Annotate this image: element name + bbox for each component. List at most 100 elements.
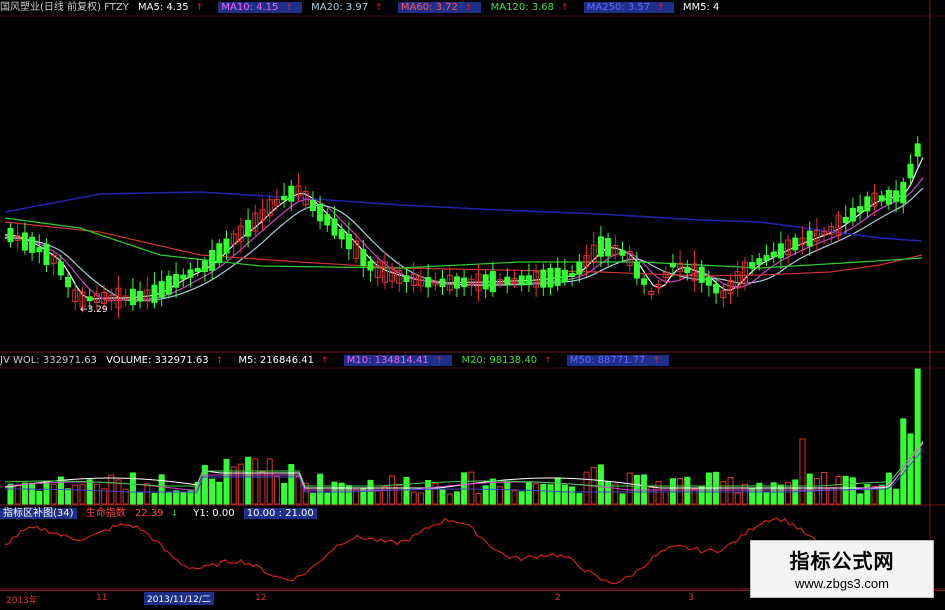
candle-body: [209, 250, 216, 271]
volume-bar: [662, 491, 669, 505]
volume-bar: [533, 483, 540, 505]
volume-bar: [65, 488, 72, 505]
down-arrow-icon: ↓: [170, 509, 179, 519]
time-tick: 11: [96, 593, 108, 603]
candle-body: [914, 143, 921, 157]
candle-body: [864, 196, 871, 212]
volume-bar: [317, 473, 324, 505]
candle-body: [173, 274, 180, 288]
ma60-label: MA60: 3.72 ↑: [397, 2, 482, 13]
up-arrow-icon: ↑: [657, 3, 665, 13]
mm5-label: MM5: 4: [682, 2, 720, 13]
candle-body: [137, 291, 144, 302]
ind-value: 22.39 ↓: [134, 508, 179, 519]
volume-bar: [900, 418, 907, 505]
volume-bar: [129, 472, 136, 505]
candle-body: [7, 227, 14, 243]
time-tick: 12: [255, 593, 267, 603]
candle-body: [525, 275, 532, 285]
candle-body: [57, 261, 64, 276]
candle-body: [43, 243, 50, 266]
volume-bar: [86, 479, 93, 505]
candle-body: [281, 195, 288, 201]
candle-body: [309, 199, 316, 212]
up-arrow-icon: ↑: [215, 356, 224, 366]
candle-body: [165, 275, 172, 295]
up-arrow-icon: ↑: [544, 356, 552, 366]
volume-bar: [727, 476, 734, 505]
volume-bar: [180, 492, 187, 505]
volume-bar: [266, 458, 273, 505]
time-tick: 2: [555, 593, 561, 603]
candle-body: [223, 238, 230, 254]
candle-body: [605, 238, 612, 257]
candle-body: [547, 267, 554, 288]
volume-bar: [734, 492, 741, 505]
volume-bar: [29, 482, 36, 505]
time-tick: 2013年: [6, 596, 38, 606]
volume-bar: [626, 472, 633, 505]
volume-bar: [245, 456, 252, 505]
up-arrow-icon: ↑: [375, 3, 383, 13]
candle-body: [453, 276, 460, 289]
candle-body: [345, 233, 352, 250]
volume-bar: [453, 491, 460, 505]
ind-range: 10.00 : 21.00: [243, 508, 317, 519]
volume-bar: [619, 493, 626, 505]
volume-bar: [281, 483, 288, 505]
volume-bar: [691, 488, 698, 505]
stock-title: 国风塑业(日线 前复权) FTZY: [0, 2, 129, 13]
volume-bar: [720, 481, 727, 505]
volume-bar: [72, 484, 79, 505]
volume-bar: [324, 492, 331, 505]
candle-body: [900, 181, 907, 204]
candle-body: [403, 275, 410, 282]
candle-body: [633, 261, 640, 279]
volume-bar: [655, 481, 662, 505]
main-legend: 国风塑业(日线 前复权) FTZY MA5: 4.35 ↑ MA10: 4.15 ↑…: [0, 0, 725, 16]
vol-m5: M5: 216846.41 ↑: [238, 355, 329, 366]
candle-body: [216, 243, 223, 264]
candle-body: [619, 250, 626, 256]
volume-bar: [605, 480, 612, 505]
candle-body: [576, 261, 583, 275]
volume-bar: [216, 481, 223, 505]
candle-body: [360, 249, 367, 267]
candle-body: [540, 269, 547, 288]
candle-body: [849, 207, 856, 222]
volume-bar: [684, 476, 691, 505]
vol-m20: M20: 98138.40 ↑: [461, 355, 552, 366]
candle-body: [684, 266, 691, 274]
candle-body: [641, 278, 648, 285]
candle-body: [324, 214, 331, 226]
volume-bar: [309, 492, 316, 505]
volume-bar: [857, 493, 864, 505]
volume-bar: [893, 488, 900, 505]
candle-body: [201, 260, 208, 273]
time-tick: 3: [688, 593, 694, 603]
volume-bar: [705, 472, 712, 505]
volume-bar: [561, 484, 568, 505]
volume-bar: [504, 481, 511, 505]
candle-body: [857, 206, 864, 213]
volume-bar: [425, 479, 432, 505]
candle-body: [698, 266, 705, 283]
vol-volume: VOLUME: 332971.63 ↑: [106, 355, 224, 366]
volume-bar: [597, 464, 604, 505]
candle-body: [763, 255, 770, 261]
volume-bar: [511, 490, 518, 505]
volume-bar: [583, 471, 590, 505]
candle-body: [489, 271, 496, 293]
volume-bar: [158, 474, 165, 505]
vol-m10: M10: 134814.41 ↑: [343, 355, 453, 366]
candle-body: [713, 283, 720, 294]
ma10-label: MA10: 4.15 ↑: [218, 2, 302, 13]
vol-m50: M50: 88771.77 ↑: [566, 355, 669, 366]
volume-bar: [108, 474, 115, 505]
ma5-label: MA5: 4.35 ↑: [138, 2, 204, 13]
candle-body: [317, 203, 324, 222]
volume-bar: [209, 478, 216, 505]
volume-bar: [151, 492, 158, 505]
candle-body: [367, 260, 374, 271]
up-arrow-icon: ↑: [285, 3, 293, 13]
